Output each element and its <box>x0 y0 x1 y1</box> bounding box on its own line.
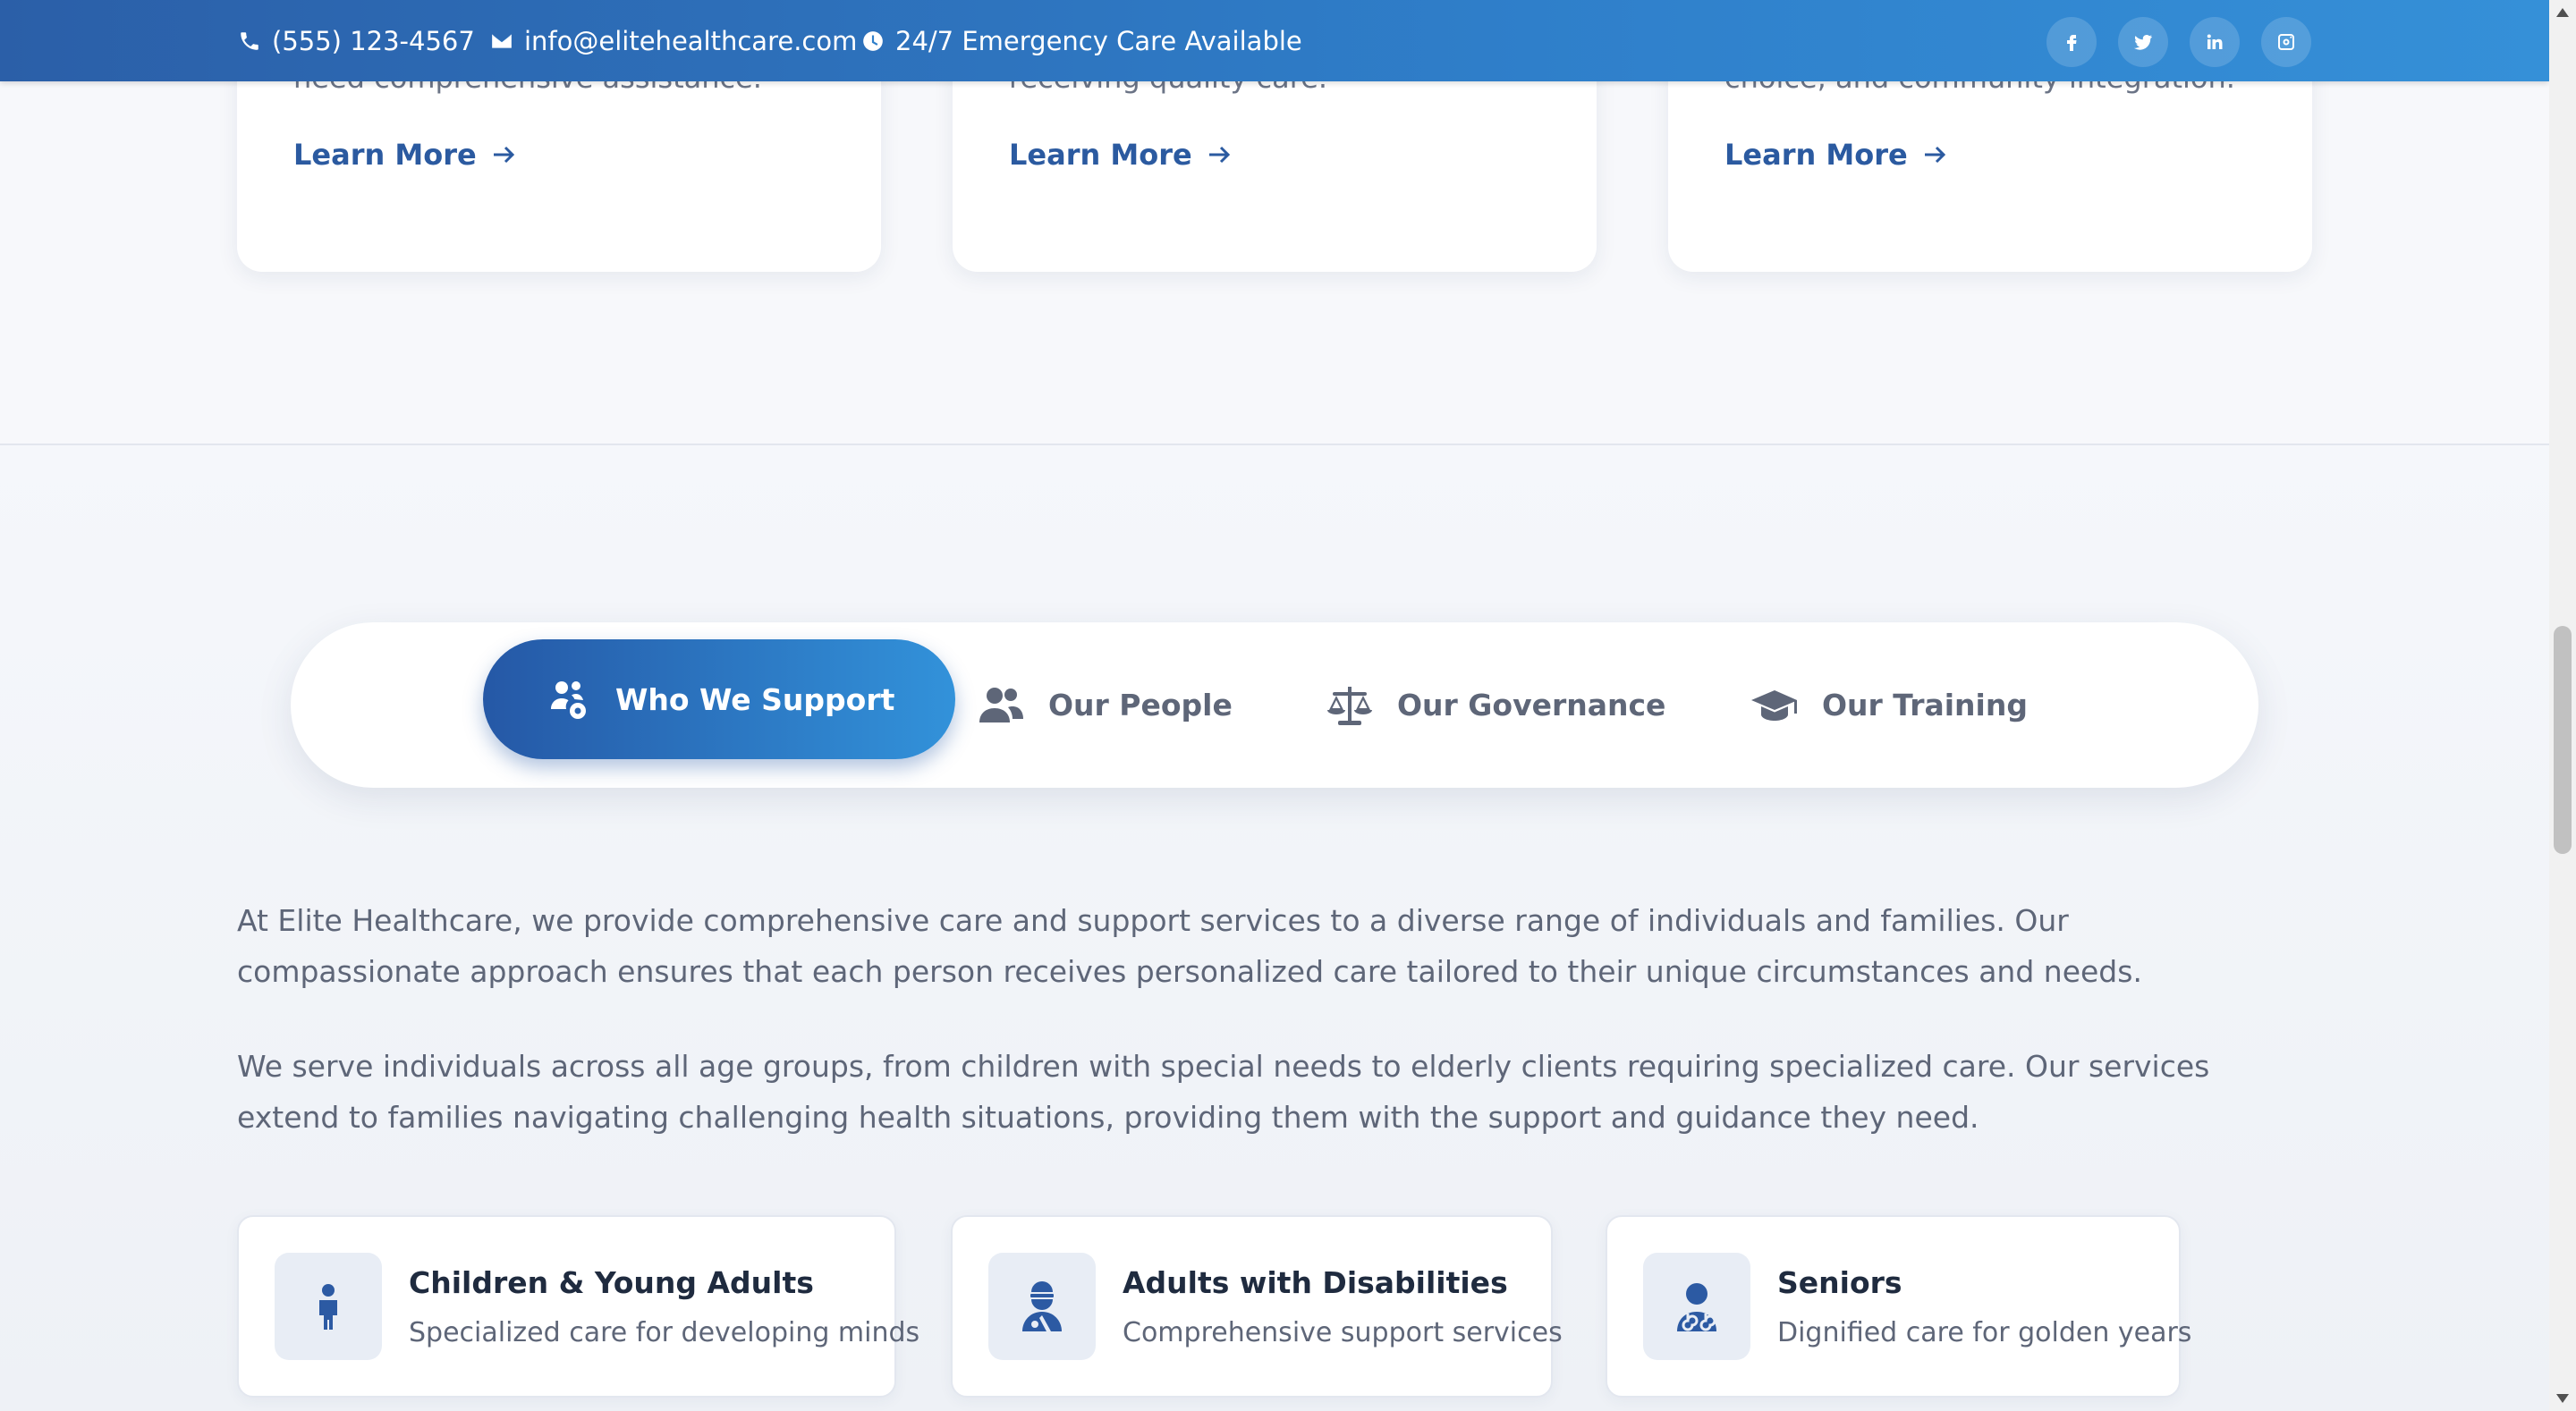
users-icon <box>979 687 1023 722</box>
emergency-info: 24/7 Emergency Care Available <box>861 0 1302 81</box>
scrollbar-thumb[interactable] <box>2554 626 2572 854</box>
phone-number: (555) 123-4567 <box>272 25 475 56</box>
emergency-text: 24/7 Emergency Care Available <box>895 25 1302 56</box>
support-card[interactable]: Seniors Dignified care for golden years <box>1606 1215 2191 1398</box>
learn-more-label: Learn More <box>293 138 477 172</box>
linkedin-icon[interactable] <box>2190 17 2240 67</box>
support-card-subtitle: Comprehensive support services <box>1123 1317 1563 1348</box>
email-contact[interactable]: info@elitehealthcare.com <box>490 0 857 81</box>
user-doctor-icon <box>1643 1253 1750 1360</box>
tab-label: Our Training <box>1822 688 2028 722</box>
tab-label: Who We Support <box>615 681 895 717</box>
scroll-down-arrow[interactable] <box>2549 1386 2576 1411</box>
about-tabs: Who We Support Our People Our Governance <box>291 622 2258 788</box>
tab-our-governance[interactable]: Our Governance <box>1326 622 1665 788</box>
support-card[interactable]: Children & Young Adults Specialized care… <box>237 1215 919 1398</box>
intro-paragraph: At Elite Healthcare, we provide comprehe… <box>237 903 2142 989</box>
phone-icon <box>241 31 258 50</box>
top-contact-bar: (555) 123-4567 info@elitehealthcare.com … <box>0 0 2549 81</box>
instagram-icon[interactable] <box>2261 17 2311 67</box>
service-scope-paragraph: We serve individuals across all age grou… <box>237 1049 2210 1135</box>
tab-label: Our People <box>1048 688 1233 722</box>
email-address: info@elitehealthcare.com <box>524 25 858 56</box>
support-card-title: Seniors <box>1777 1265 1902 1300</box>
support-card[interactable]: Adults with Disabilities Comprehensive s… <box>951 1215 1563 1398</box>
graduation-cap-icon <box>1751 689 1797 721</box>
user-injured-icon <box>988 1253 1096 1360</box>
learn-more-label: Learn More <box>1724 138 1908 172</box>
learn-more-link[interactable]: Learn More <box>293 138 518 172</box>
tab-label: Our Governance <box>1397 688 1666 722</box>
arrow-right-icon <box>493 146 514 164</box>
clock-icon <box>863 30 883 51</box>
twitter-icon[interactable] <box>2118 17 2168 67</box>
vertical-scrollbar[interactable] <box>2549 0 2576 1411</box>
support-card-title: Children & Young Adults <box>409 1265 814 1300</box>
support-card-subtitle: Dignified care for golden years <box>1777 1317 2192 1348</box>
balance-scale-icon <box>1327 686 1372 725</box>
arrow-right-icon <box>1208 146 1230 164</box>
learn-more-link[interactable]: Learn More <box>1009 138 1233 172</box>
envelope-icon <box>492 33 512 48</box>
arrow-right-icon <box>1924 146 1945 164</box>
learn-more-label: Learn More <box>1009 138 1192 172</box>
users-cog-icon <box>551 681 586 719</box>
tab-who-we-support[interactable]: Who We Support <box>483 639 956 759</box>
child-icon <box>275 1253 382 1360</box>
support-card-title: Adults with Disabilities <box>1123 1265 1508 1300</box>
facebook-icon[interactable] <box>2046 17 2097 67</box>
phone-contact[interactable]: (555) 123-4567 <box>238 0 475 81</box>
scroll-up-arrow[interactable] <box>2549 0 2576 25</box>
tab-our-people[interactable]: Our People <box>977 622 1233 788</box>
learn-more-link[interactable]: Learn More <box>1724 138 1949 172</box>
tab-our-training[interactable]: Our Training <box>1750 622 2028 788</box>
page: need comprehensive assistance. Learn Mor… <box>0 0 2549 1411</box>
support-card-subtitle: Specialized care for developing minds <box>409 1317 920 1348</box>
